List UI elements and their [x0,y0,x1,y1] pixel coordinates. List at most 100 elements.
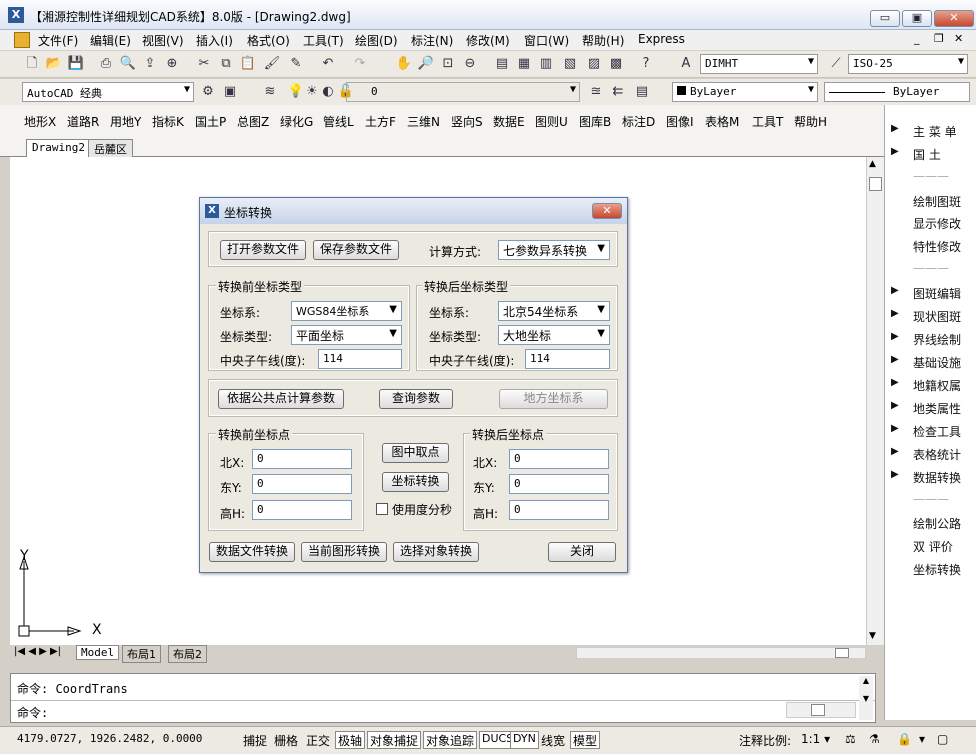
menu-file[interactable]: 文件(F) [38,32,78,49]
minimize-button[interactable]: ▭ [870,10,900,27]
redo-icon[interactable]: ↷ [350,54,370,74]
cad-menu-library[interactable]: 图库B [579,113,611,130]
before-coord-type-select[interactable]: 平面坐标 ▼ [291,325,402,345]
right-menu-item[interactable]: ▶ 数据转换 [891,469,961,486]
mdi-restore-button[interactable]: ❐ [934,32,944,45]
cad-menu-vertical[interactable]: 竖向S [451,113,483,130]
publish-icon[interactable]: ⇪ [140,54,160,74]
right-menu-item[interactable]: ▶ 地类属性 [891,400,961,417]
command-hscroll-thumb[interactable] [811,704,825,716]
color-select[interactable]: ByLayer ▼ [672,82,818,102]
new-file-icon[interactable]: 🗋 [22,54,42,74]
right-menu-item[interactable]: 特性修改 [913,238,961,255]
use-dms-checkbox[interactable] [376,503,388,515]
text-style-icon[interactable]: A [676,54,696,74]
canvas-horizontal-scrollbar[interactable] [576,647,866,659]
print-icon[interactable]: ⎙ [96,54,116,74]
markup-icon[interactable]: ▨ [584,54,604,74]
right-menu-item[interactable]: 绘制公路 [913,515,961,532]
layer-viewport-icon[interactable]: ◐ [318,82,338,102]
query-params-button[interactable]: 查询参数 [379,389,453,409]
sheet-set-icon[interactable]: ▧ [560,54,580,74]
menu-edit[interactable]: 编辑(E) [90,32,131,49]
cad-menu-plan[interactable]: 图则U [535,113,568,130]
zoom-window-icon[interactable]: ⊡ [438,54,458,74]
right-menu-item[interactable]: 绘制图斑 [913,193,961,210]
right-menu-item[interactable]: ▶ 国 土 [891,146,941,163]
calc-method-select[interactable]: 七参数异系转换 ▼ [498,240,610,260]
toggle-model[interactable]: 模型 [570,731,601,749]
cad-menu-general[interactable]: 总图Z [237,113,269,130]
cad-menu-land[interactable]: 国土P [195,113,226,130]
layout-tab-model[interactable]: Model [76,645,120,660]
toggle-polar[interactable]: 极轴 [335,731,366,749]
workspace-settings-icon[interactable]: ⚙ [198,82,218,102]
menu-express[interactable]: Express [638,32,685,46]
tool-palettes-icon[interactable]: ▥ [536,54,556,74]
before-coord-sys-select[interactable]: WGS84坐标系 ▼ [291,301,402,321]
menu-modify[interactable]: 修改(M) [466,32,510,49]
app-icon[interactable]: X [8,7,24,23]
cad-menu-road[interactable]: 道路R [67,113,99,130]
toggle-osnap[interactable]: 对象捕捉 [367,731,422,749]
menu-insert[interactable]: 插入(I) [196,32,233,49]
mdi-minimize-button[interactable]: _ [914,32,920,45]
etransmit-icon[interactable]: ⊕ [162,54,182,74]
cad-menu-index[interactable]: 指标K [152,113,184,130]
zoom-realtime-icon[interactable]: 🔎 [416,54,436,74]
canvas-vertical-scrollbar[interactable]: ▲ ▼ [866,157,884,645]
workspace-select[interactable]: AutoCAD 经典 ▼ [22,82,194,102]
mdi-close-button[interactable]: ✕ [954,32,963,45]
menu-draw[interactable]: 绘图(D) [355,32,398,49]
open-param-file-button[interactable]: 打开参数文件 [220,240,306,260]
right-menu-item[interactable]: ▶ 基础设施 [891,354,961,371]
menu-view[interactable]: 视图(V) [142,32,184,49]
cad-menu-image[interactable]: 图像I [666,113,694,130]
right-menu-item[interactable]: ▶ 表格统计 [891,446,961,463]
linetype-select[interactable]: ByLayer [824,82,970,102]
layout-tab-1[interactable]: 布局1 [122,645,161,663]
scroll-up-icon[interactable]: ▲ [869,159,876,169]
dimension-style-icon[interactable]: ⟋ [826,54,846,74]
layout-nav-icon[interactable]: |◀ ◀ ▶ ▶| [14,646,61,657]
right-menu-item[interactable]: ▶ 现状图斑 [891,308,961,325]
toggle-snap[interactable]: 捕捉 [240,731,270,749]
data-file-convert-button[interactable]: 数据文件转换 [209,542,295,562]
command-window[interactable]: 命令: CoordTrans 命令: ▲ ▼ [10,673,876,723]
toggle-otrack[interactable]: 对象追踪 [423,731,478,749]
menu-window[interactable]: 窗口(W) [524,32,569,49]
open-file-icon[interactable]: 📂 [44,54,64,74]
pan-icon[interactable]: ✋ [394,54,414,74]
after-north-input[interactable]: 0 [509,449,609,469]
match-properties-icon[interactable]: 🖌 [262,54,282,74]
cad-menu-help[interactable]: 帮助H [794,113,827,130]
make-current-layer-icon[interactable]: ≊ [586,82,606,102]
local-coord-sys-button[interactable]: 地方坐标系 [499,389,608,409]
annotation-visibility-icon[interactable]: ⚖ [842,731,859,749]
block-editor-icon[interactable]: ✎ [286,54,306,74]
pick-in-drawing-button[interactable]: 图中取点 [382,443,449,463]
tab-drawing2[interactable]: Drawing2 [26,139,91,157]
help-icon[interactable]: ? [636,54,656,74]
dimstyle-select[interactable]: DIMHT ▼ [700,54,818,74]
command-hscroll[interactable] [786,702,856,718]
cad-menu-3d[interactable]: 三维N [407,113,440,130]
restore-button[interactable]: ▣ [902,10,932,27]
calc-common-points-button[interactable]: 依据公共点计算参数 [218,389,344,409]
scroll-thumb[interactable] [869,177,882,191]
menu-help[interactable]: 帮助(H) [582,32,624,49]
right-menu-item[interactable]: ▶ 图斑编辑 [891,285,961,302]
design-center-icon[interactable]: ▦ [514,54,534,74]
clean-screen-icon[interactable]: ▢ [934,731,951,749]
cad-menu-pipeline[interactable]: 管线L [323,113,354,130]
right-menu-item[interactable]: ▶ 地籍权属 [891,377,961,394]
current-drawing-convert-button[interactable]: 当前图形转换 [301,542,387,562]
cad-menu-earthwork[interactable]: 土方F [365,113,396,130]
close-button[interactable]: ✕ [934,10,974,27]
tab-yuelu[interactable]: 岳麓区 [88,139,133,157]
select-object-convert-button[interactable]: 选择对象转换 [393,542,479,562]
zoom-previous-icon[interactable]: ⊖ [460,54,480,74]
cad-menu-table[interactable]: 表格M [705,113,739,130]
cad-menu-terrain[interactable]: 地形X [24,113,56,130]
cut-icon[interactable]: ✂ [194,54,214,74]
